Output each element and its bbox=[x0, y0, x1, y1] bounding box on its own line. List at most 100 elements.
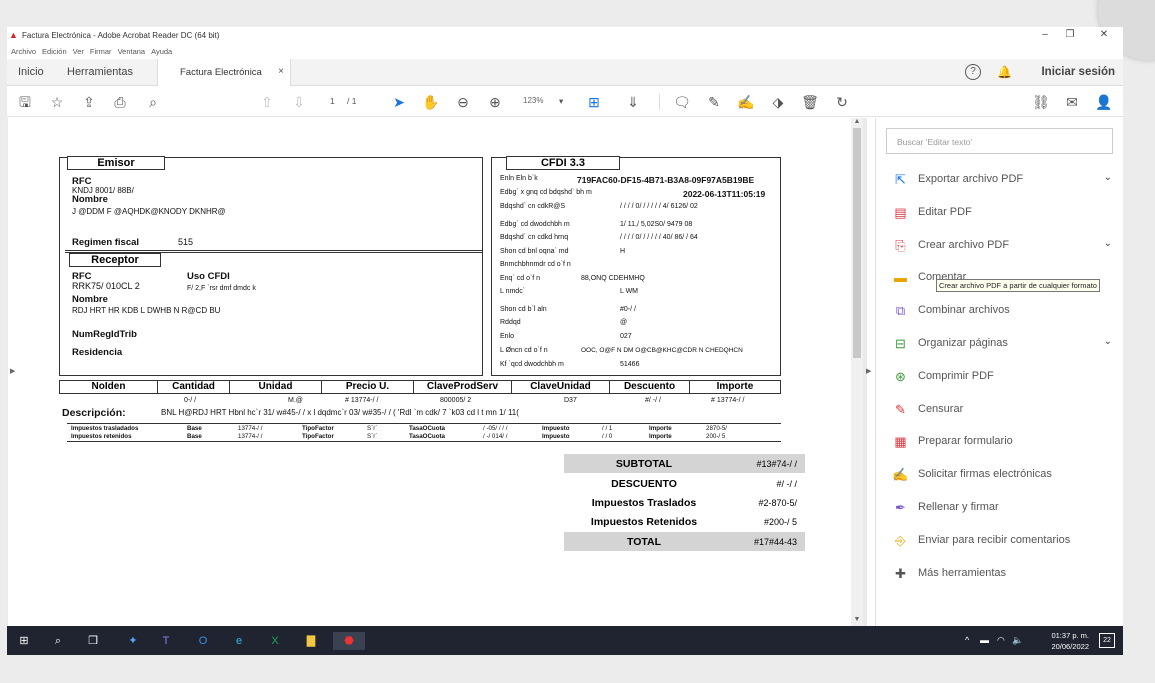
chevron-down-icon[interactable]: ⌄ bbox=[1104, 336, 1112, 347]
totals-row: DESCUENTO #/ -/ / bbox=[564, 474, 805, 493]
minimize-icon[interactable]: – bbox=[1037, 29, 1053, 40]
taskbar-clock[interactable]: 01:37 p. m. 20/06/2022 bbox=[1051, 630, 1089, 652]
tray-chevron-icon[interactable]: ^ bbox=[965, 635, 969, 645]
chevron-down-icon[interactable]: ⌄ bbox=[1104, 238, 1112, 249]
help-icon[interactable]: ? bbox=[965, 64, 981, 80]
scroll-mode-icon[interactable]: ⇓ bbox=[624, 93, 642, 111]
tax-cell: 13774-/ / bbox=[238, 433, 263, 440]
wifi-icon[interactable]: ◠ bbox=[997, 635, 1005, 646]
tax-cell: TipoFactor bbox=[302, 425, 334, 432]
clock-time: 01:37 p. m. bbox=[1051, 631, 1089, 640]
rotate-icon[interactable]: ↻ bbox=[833, 93, 851, 111]
cfdi-label: Shon cd b`l aln bbox=[500, 306, 547, 313]
battery-icon[interactable]: ▬ bbox=[980, 635, 989, 645]
sign-icon[interactable]: ✍ bbox=[737, 93, 755, 111]
descripcion-value: BNL H@RDJ HRT Hbnl hc`r 31/ w#45-/ / x l… bbox=[161, 408, 519, 417]
document-scrollbar[interactable]: ▲ ▼ bbox=[851, 118, 863, 626]
tab-tools[interactable]: Herramientas bbox=[67, 66, 133, 78]
teams-icon[interactable]: T bbox=[157, 632, 175, 650]
excel-icon[interactable]: X bbox=[266, 632, 284, 650]
tool-item[interactable]: ⇱ Exportar archivo PDF ⌄ bbox=[892, 169, 1112, 189]
tool-item[interactable]: ▦ Preparar formulario bbox=[892, 431, 1112, 451]
zoom-out-icon[interactable]: ⊖ bbox=[454, 93, 472, 111]
tools-search-input[interactable]: Buscar 'Editar texto' bbox=[886, 128, 1113, 154]
comment-icon: ▬ bbox=[894, 270, 907, 286]
bell-icon[interactable]: 🔔 bbox=[997, 65, 1012, 79]
close-tab-icon[interactable]: × bbox=[278, 66, 284, 77]
scroll-down-icon[interactable]: ▼ bbox=[852, 616, 862, 623]
restore-icon[interactable]: ❐ bbox=[1062, 29, 1078, 40]
tool-label: Rellenar y firmar bbox=[918, 501, 999, 513]
tool-item[interactable]: ⎆ Enviar para recibir comentarios bbox=[892, 530, 1112, 550]
tax-bottom-line bbox=[67, 441, 781, 442]
print-icon[interactable]: ⎙ bbox=[111, 93, 129, 111]
app-icon[interactable]: ✦ bbox=[124, 632, 142, 650]
zoom-dropdown-icon[interactable]: ▾ bbox=[559, 96, 563, 107]
page-number-input[interactable]: 1 bbox=[330, 96, 335, 106]
highlight-icon[interactable]: ✎ bbox=[705, 93, 723, 111]
scrollbar-thumb[interactable] bbox=[853, 128, 861, 358]
tool-item[interactable]: ⊛ Comprimir PDF bbox=[892, 366, 1112, 386]
menu-item[interactable]: Firmar bbox=[90, 47, 112, 56]
zoom-in-icon[interactable]: ⊕ bbox=[486, 93, 504, 111]
notifications-icon[interactable]: 22 bbox=[1099, 633, 1115, 648]
prev-page-icon[interactable]: ⇧ bbox=[258, 93, 276, 111]
hand-tool-icon[interactable]: ✋ bbox=[422, 93, 440, 111]
cfdi-value: 2022-06-13T11:05:19 bbox=[683, 189, 766, 199]
tool-item[interactable]: ✎ Censurar bbox=[892, 399, 1112, 419]
tax-cell: S`r` bbox=[367, 425, 378, 432]
tab-home[interactable]: Inicio bbox=[18, 66, 44, 78]
taskbar-search-icon[interactable]: ⌕ bbox=[49, 632, 67, 650]
cfdi-value: 027 bbox=[620, 333, 632, 340]
edge-icon[interactable]: e bbox=[230, 632, 248, 650]
toolbar-divider bbox=[659, 94, 660, 110]
menu-item[interactable]: Ver bbox=[73, 47, 84, 56]
tax-cell: Impuestos retenidos bbox=[71, 433, 132, 440]
scroll-up-icon[interactable]: ▲ bbox=[852, 118, 862, 125]
tool-item[interactable]: ✍ Solicitar firmas electrónicas bbox=[892, 464, 1112, 484]
email-icon[interactable]: ✉ bbox=[1063, 93, 1081, 111]
page-fit-icon[interactable]: ⊞ bbox=[585, 93, 603, 111]
collapse-right-pane-icon[interactable]: ▶ bbox=[866, 367, 871, 375]
star-icon[interactable]: ☆ bbox=[48, 93, 66, 111]
acrobat-logo-icon: ▲ bbox=[9, 30, 18, 40]
tab-document[interactable]: Factura Electrónica × bbox=[157, 59, 291, 86]
task-view-icon[interactable]: ❒ bbox=[84, 632, 102, 650]
descripcion-label: Descripción: bbox=[62, 407, 126, 419]
menu-bar: Archivo Edición Ver Firmar Ventana Ayuda bbox=[7, 46, 1123, 57]
signin-button[interactable]: Iniciar sesión bbox=[1041, 66, 1115, 78]
column-header: Unidad bbox=[230, 381, 322, 393]
account-icon[interactable]: 👤 bbox=[1095, 93, 1113, 111]
tool-item[interactable]: ✚ Más herramientas bbox=[892, 563, 1112, 583]
menu-item[interactable]: Edición bbox=[42, 47, 67, 56]
volume-icon[interactable]: 🔈 bbox=[1012, 635, 1023, 646]
comment-tool-icon[interactable]: 🗨 bbox=[673, 93, 691, 111]
delete-icon[interactable]: 🗑 bbox=[801, 93, 819, 111]
tool-item[interactable]: ⎘ Crear archivo PDF ⌄ bbox=[892, 235, 1112, 255]
outlook-icon[interactable]: O bbox=[194, 632, 212, 650]
menu-item[interactable]: Ventana bbox=[118, 47, 146, 56]
stamp-icon[interactable]: ⬗ bbox=[769, 93, 787, 111]
tool-item[interactable]: ✒ Rellenar y firmar bbox=[892, 497, 1112, 517]
zoom-select[interactable]: 123% bbox=[523, 96, 543, 105]
close-icon[interactable]: ✕ bbox=[1096, 29, 1112, 40]
tax-cell: 200-/ 5 bbox=[706, 433, 726, 440]
send-comments-icon: ⎆ bbox=[895, 532, 906, 548]
next-page-icon[interactable]: ⇩ bbox=[290, 93, 308, 111]
tool-item[interactable]: ▤ Editar PDF bbox=[892, 202, 1112, 222]
save-icon[interactable]: 🖫 bbox=[16, 93, 34, 111]
chevron-down-icon[interactable]: ⌄ bbox=[1104, 172, 1112, 183]
file-explorer-icon[interactable]: ▇ bbox=[302, 632, 320, 650]
start-icon[interactable]: ⊞ bbox=[15, 632, 33, 650]
collapse-left-icon[interactable]: ▶ bbox=[10, 367, 15, 375]
search-icon[interactable]: ⌕ bbox=[144, 93, 162, 111]
tool-item[interactable]: ⧉ Combinar archivos bbox=[892, 300, 1112, 320]
menu-item[interactable]: Archivo bbox=[11, 47, 36, 56]
link-icon[interactable]: ⛓ bbox=[1032, 93, 1050, 111]
upload-cloud-icon[interactable]: ⇪ bbox=[80, 93, 98, 111]
tool-item[interactable]: ⊟ Organizar páginas ⌄ bbox=[892, 333, 1112, 353]
select-cursor-icon[interactable]: ➤ bbox=[390, 93, 408, 111]
acrobat-taskbar-icon[interactable]: ⬣ bbox=[333, 632, 365, 650]
menu-item[interactable]: Ayuda bbox=[151, 47, 172, 56]
prepare-form-icon: ▦ bbox=[894, 434, 907, 450]
